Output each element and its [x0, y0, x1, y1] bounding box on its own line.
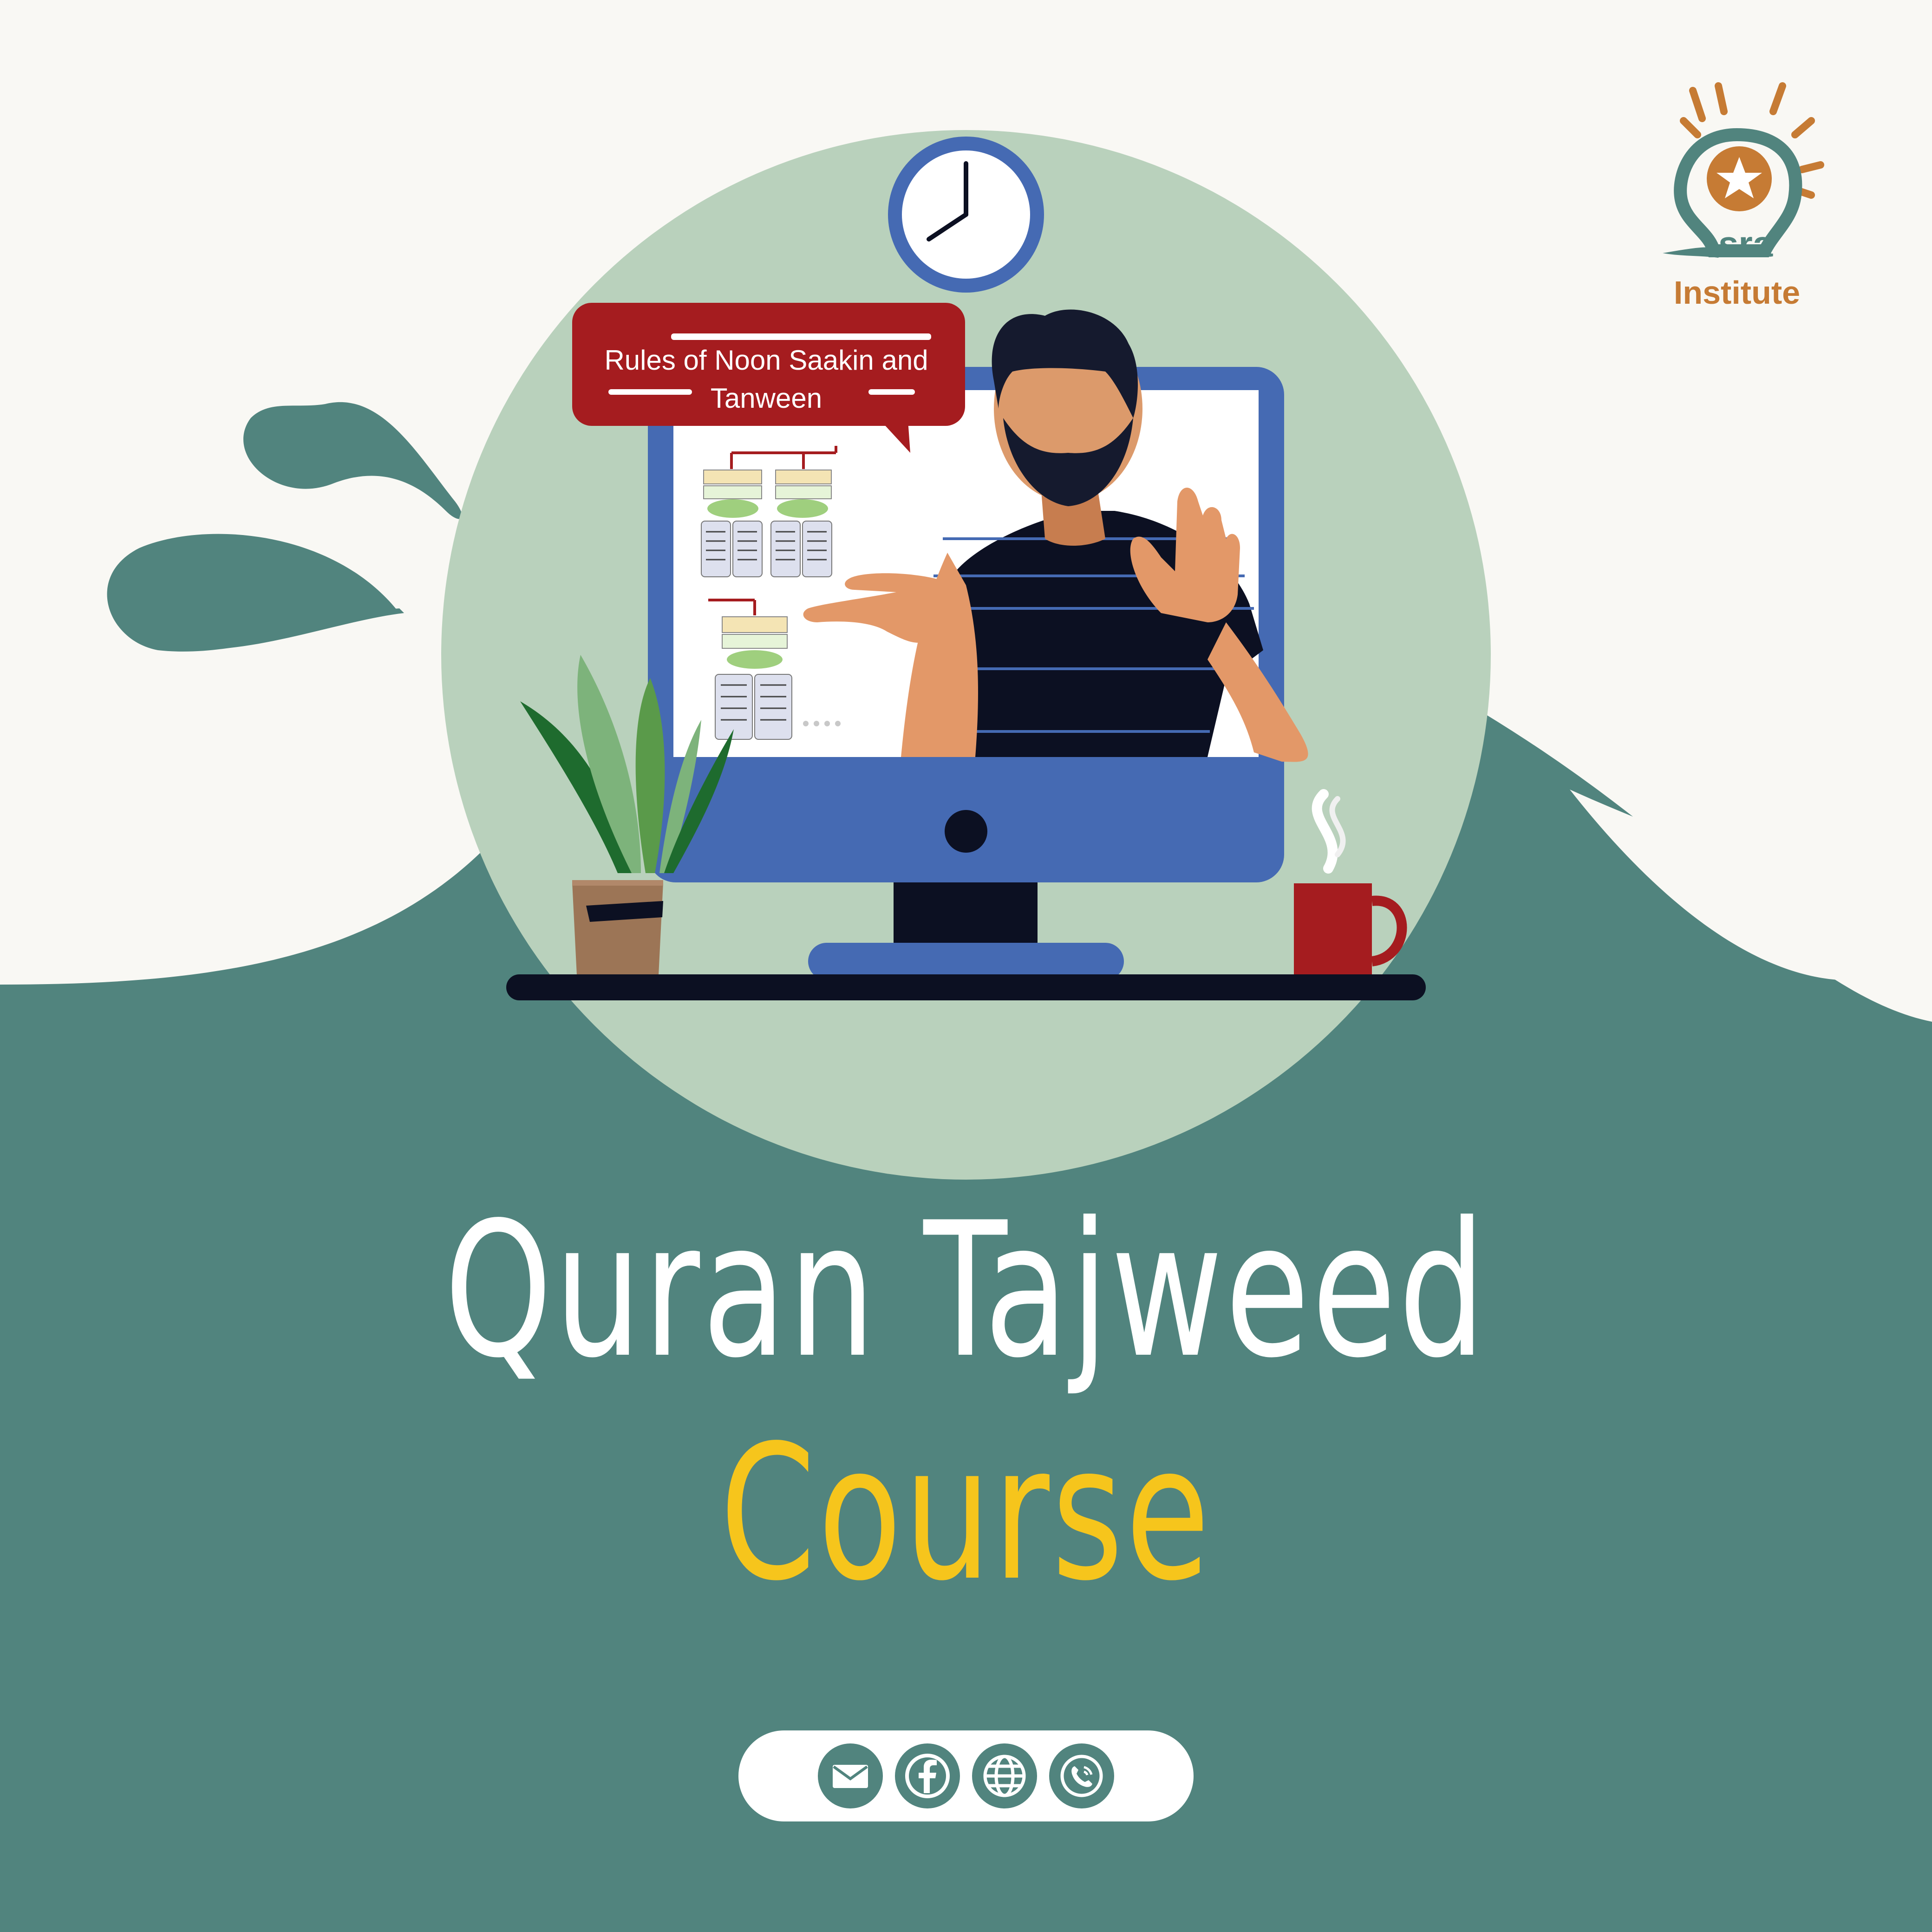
speech-bubble-text: Rules of Noon Saakin and Tanween [604, 345, 928, 414]
title-secondary: Course [720, 1406, 1212, 1622]
teal-splash-blob [243, 402, 462, 519]
phone-icon[interactable] [1049, 1743, 1114, 1808]
logo-wordmark-sra: sra [1718, 223, 1773, 264]
globe-glyph [983, 1755, 1026, 1797]
globe-icon[interactable] [972, 1743, 1037, 1808]
email-icon[interactable] [818, 1743, 883, 1808]
facebook-glyph [905, 1754, 950, 1798]
contact-bar [738, 1730, 1194, 1821]
title-primary: Quran Tajweed [444, 1183, 1488, 1399]
email-glyph [833, 1765, 868, 1788]
phone-glyph [1060, 1755, 1103, 1797]
logo-wordmark-institute: Institute [1673, 274, 1801, 311]
desk-surface [506, 974, 1426, 1000]
facebook-icon[interactable] [895, 1743, 960, 1808]
illustration [0, 82, 1932, 1932]
poster: sra Institute Rules of Noon Saakin and T… [0, 0, 1932, 1932]
wall-clock-icon [888, 137, 1044, 293]
